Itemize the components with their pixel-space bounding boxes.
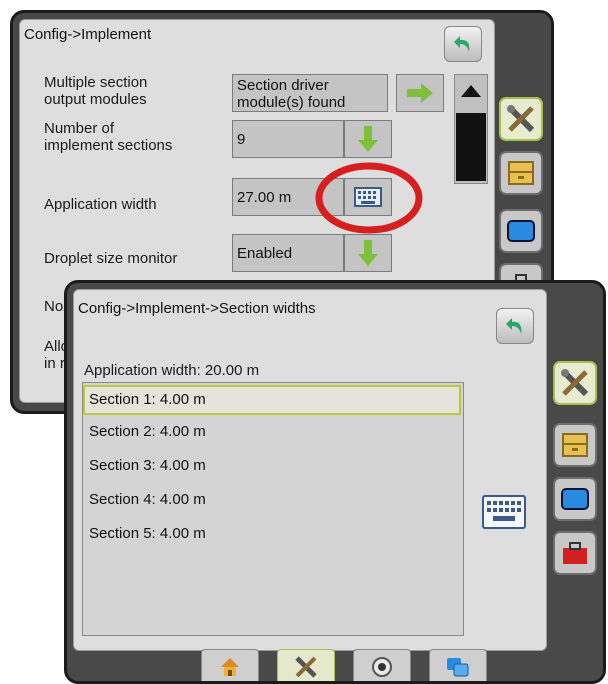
scrollbar[interactable] <box>454 74 488 184</box>
droplet-down-button[interactable] <box>344 234 392 272</box>
list-item-section-3[interactable]: Section 3: 4.00 m <box>89 457 206 474</box>
number-sections-value[interactable]: 9 <box>232 120 344 158</box>
home-tab[interactable] <box>201 649 259 681</box>
list-item-section-2[interactable]: Section 2: 4.00 m <box>89 423 206 440</box>
page-title: Config->Implement->Section widths <box>78 300 316 317</box>
row-label-multiple-section: Multiple section output modules <box>44 74 148 108</box>
data-drawer-icon <box>508 161 534 185</box>
list-item-section-4[interactable]: Section 4: 4.00 m <box>89 491 206 508</box>
back-arrow-icon <box>506 318 522 334</box>
layers-tab[interactable] <box>429 649 487 681</box>
highlight-circle <box>315 162 423 234</box>
section-width-list[interactable]: Section 1: 4.00 m Section 2: 4.00 m Sect… <box>82 382 464 636</box>
data-drawer-icon <box>562 433 588 457</box>
arrow-down-icon <box>358 126 378 152</box>
tools-icon <box>295 655 317 678</box>
toolbox-icon <box>563 542 587 564</box>
list-item-section-5[interactable]: Section 5: 4.00 m <box>89 525 206 542</box>
data-drawer-tab[interactable] <box>553 423 597 467</box>
display-tab[interactable] <box>499 209 543 253</box>
data-drawer-tab[interactable] <box>499 151 543 195</box>
tools-bottom-tab[interactable] <box>277 649 335 681</box>
row-label-droplet-size: Droplet size monitor <box>44 250 178 267</box>
camera-icon <box>372 656 392 677</box>
scroll-up-icon[interactable] <box>455 77 487 103</box>
droplet-size-value[interactable]: Enabled <box>232 234 344 272</box>
tools-tab[interactable] <box>499 97 543 141</box>
page-title: Config->Implement <box>24 26 152 43</box>
layers-icon <box>447 657 469 676</box>
back-button[interactable] <box>496 308 534 344</box>
section-widths-screen: Config->Implement->Section widths Applic… <box>64 280 606 684</box>
display-tab[interactable] <box>553 477 597 521</box>
tools-icon <box>507 105 535 133</box>
row-label-application-width: Application width <box>44 196 157 213</box>
keyboard-button[interactable] <box>480 492 528 532</box>
display-icon <box>507 220 535 242</box>
down-arrow-button[interactable] <box>344 120 392 158</box>
application-width-label: Application width: 20.00 m <box>84 362 260 379</box>
home-icon <box>221 657 239 676</box>
back-button[interactable] <box>444 26 482 62</box>
back-arrow-icon <box>454 36 470 52</box>
tools-tab[interactable] <box>553 361 597 405</box>
scroll-thumb[interactable] <box>456 113 486 181</box>
section-driver-value: Section driver module(s) found <box>232 74 388 112</box>
section-widths-panel: Config->Implement->Section widths Applic… <box>73 289 547 651</box>
arrow-down-icon <box>358 240 378 266</box>
arrow-right-icon <box>407 83 433 103</box>
list-item-section-1[interactable]: Section 1: 4.00 m <box>83 385 461 415</box>
keyboard-icon <box>482 495 526 529</box>
row-label-number-sections: Number of implement sections <box>44 120 173 154</box>
toolbox-tab[interactable] <box>553 531 597 575</box>
display-icon <box>561 488 589 510</box>
camera-tab[interactable] <box>353 649 411 681</box>
tools-icon <box>561 369 589 397</box>
next-arrow-button[interactable] <box>396 74 444 112</box>
